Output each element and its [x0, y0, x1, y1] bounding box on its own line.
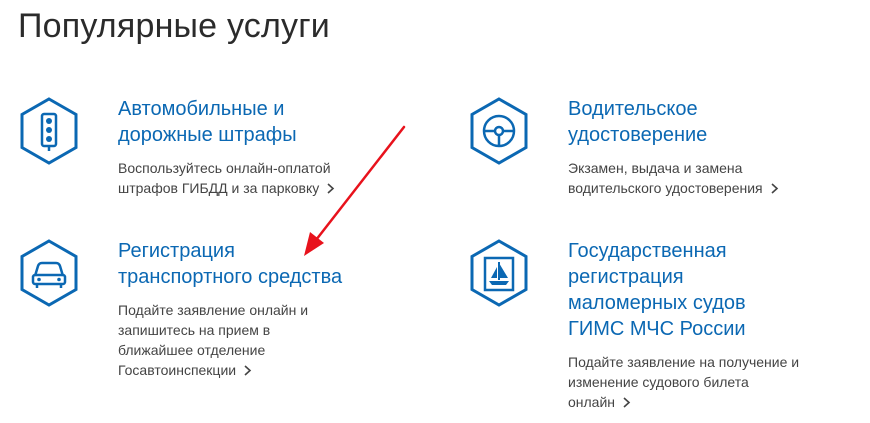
service-desc-line: Экзамен, выдача и замена: [568, 160, 743, 176]
service-description: Воспользуйтесь онлайн-оплатой штрафов ГИ…: [118, 158, 338, 198]
service-desc-line: запишитесь на прием в: [118, 322, 271, 338]
service-link-fines[interactable]: Автомобильные и дорожные штрафы: [118, 96, 418, 148]
service-link-small-vessels[interactable]: Государственная регистрация маломерных с…: [568, 238, 868, 342]
popular-services-page: Популярные услуги Автомобильные и дорожн…: [0, 0, 870, 423]
service-link-driver-license[interactable]: Водительское удостоверение: [568, 96, 868, 148]
service-desc-line: водительского удостоверения: [568, 180, 763, 196]
service-desc-line: Воспользуйтесь онлайн-оплатой: [118, 160, 331, 176]
service-title-line: удостоверение: [568, 124, 708, 146]
chevron-right-icon[interactable]: [325, 183, 335, 194]
chevron-right-icon[interactable]: [621, 397, 631, 408]
traffic-light-icon[interactable]: [18, 96, 80, 166]
service-title-line: маломерных судов: [568, 292, 746, 314]
chevron-right-icon[interactable]: [769, 183, 779, 194]
car-icon[interactable]: [18, 238, 80, 308]
service-title-line: Водительское: [568, 98, 698, 120]
sailboat-icon[interactable]: [468, 238, 530, 308]
service-title-line: ГИМС МЧС России: [568, 318, 746, 340]
service-title-line: дорожные штрафы: [118, 124, 297, 146]
service-desc-line: Подайте заявление на получение и: [568, 354, 800, 370]
steering-wheel-icon[interactable]: [468, 96, 530, 166]
service-description: Подайте заявление на получение и изменен…: [568, 352, 828, 412]
service-desc-line: ближайшее отделение: [118, 342, 266, 358]
service-title-line: Регистрация: [118, 240, 235, 262]
page-title: Популярные услуги: [18, 7, 330, 45]
service-title-line: транспортного средства: [118, 266, 343, 288]
service-desc-line: онлайн: [568, 394, 616, 410]
service-link-vehicle-registration[interactable]: Регистрация транспортного средства: [118, 238, 418, 290]
service-title-line: Автомобильные и: [118, 98, 285, 120]
service-description: Экзамен, выдача и замена водительского у…: [568, 158, 788, 198]
service-desc-line: штрафов ГИБДД и за парковку: [118, 180, 320, 196]
service-title-line: Государственная: [568, 240, 727, 262]
service-desc-line: изменение судового билета: [568, 374, 749, 390]
service-title-line: регистрация: [568, 266, 684, 288]
service-description: Подайте заявление онлайн и запишитесь на…: [118, 300, 338, 380]
service-desc-line: Госавтоинспекции: [118, 362, 237, 378]
chevron-right-icon[interactable]: [242, 365, 252, 376]
service-desc-line: Подайте заявление онлайн и: [118, 302, 309, 318]
